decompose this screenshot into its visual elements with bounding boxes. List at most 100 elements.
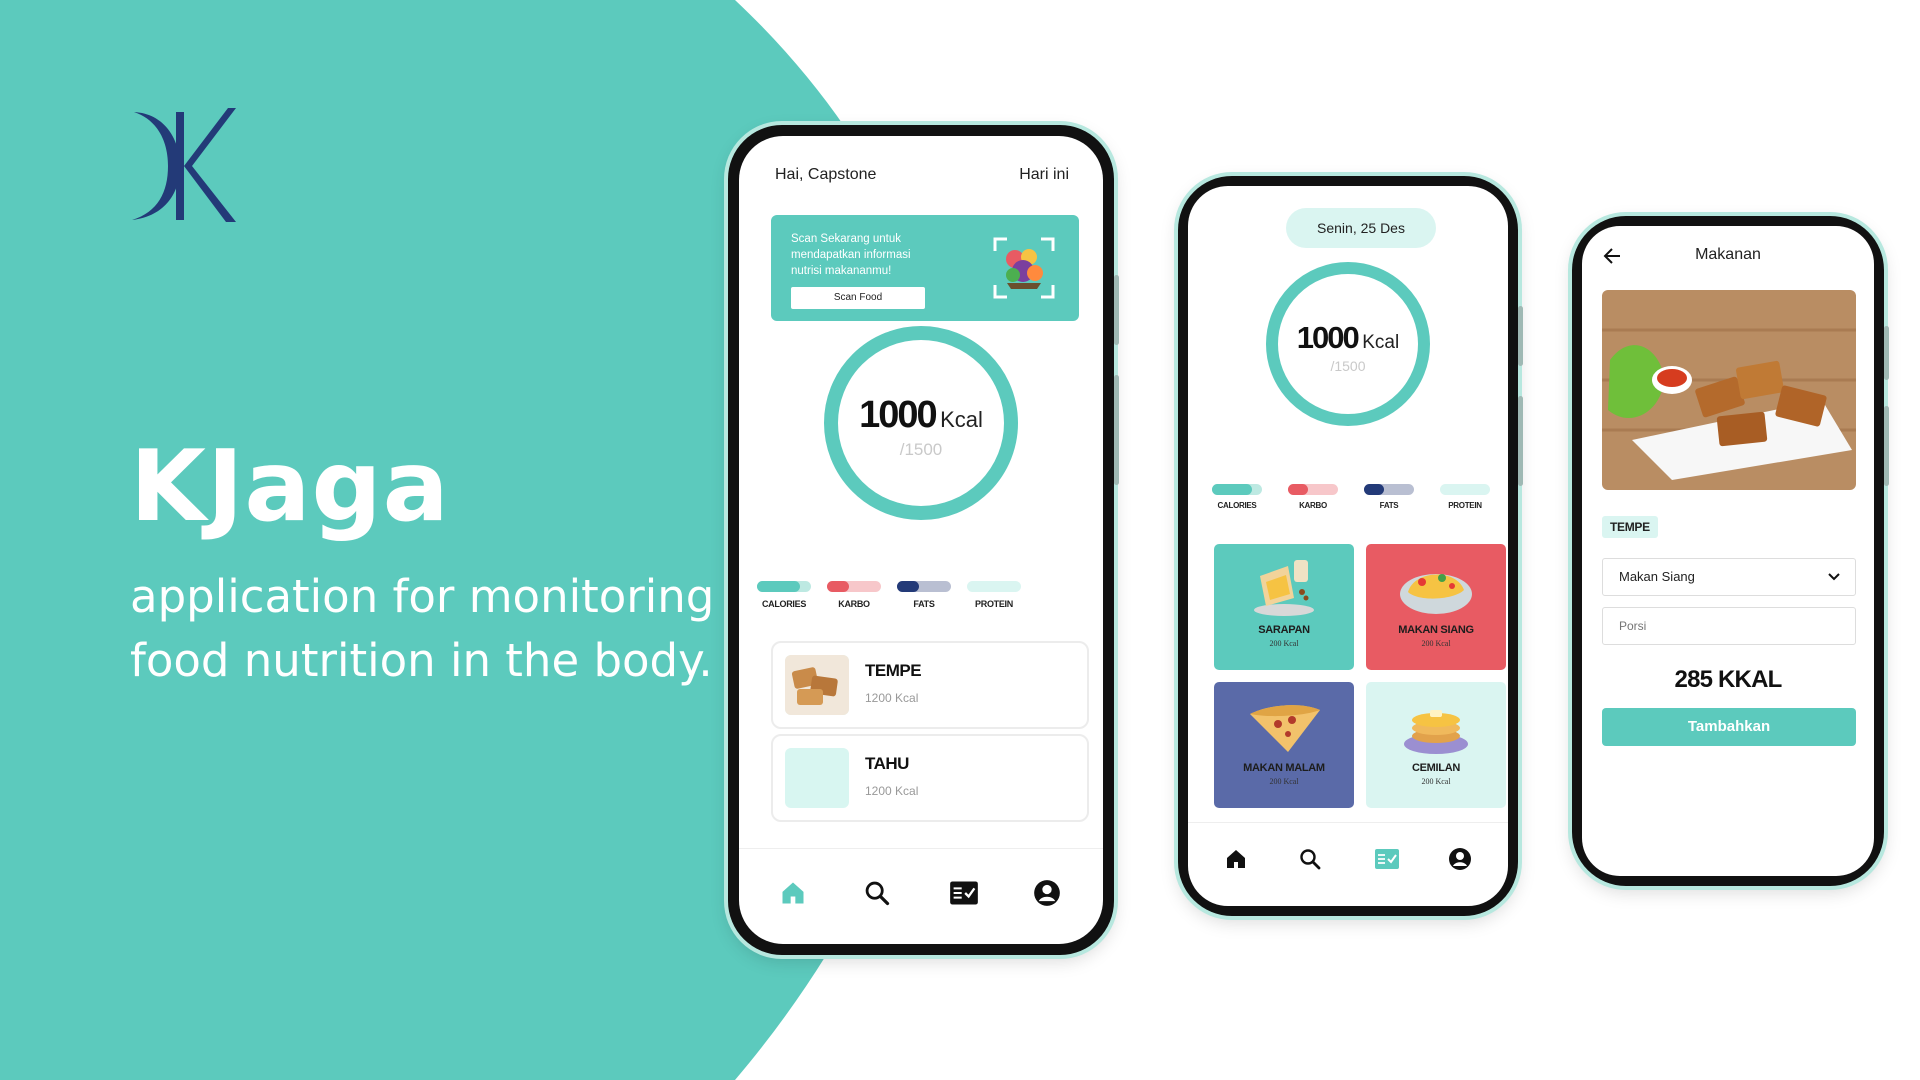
macro-track bbox=[1364, 484, 1414, 495]
macro-protein: PROTEIN bbox=[1440, 484, 1490, 514]
macro-protein: PROTEIN bbox=[967, 581, 1021, 611]
search-icon[interactable] bbox=[863, 879, 891, 907]
macro-fill bbox=[1288, 484, 1308, 495]
volume-button bbox=[1518, 396, 1523, 486]
meal-tile-makan-siang[interactable]: MAKAN SIANG 200 Kcal bbox=[1366, 544, 1506, 670]
app-tagline: application for monitoring food nutritio… bbox=[130, 565, 730, 693]
macro-calories: CALORIES bbox=[757, 581, 811, 611]
macro-fill bbox=[897, 581, 919, 592]
food-calories: 1200 Kcal bbox=[865, 691, 919, 705]
meal-name: MAKAN MALAM bbox=[1243, 762, 1325, 774]
tagline-line-2: food nutrition in the body. bbox=[130, 634, 713, 687]
bottom-nav bbox=[1188, 822, 1508, 906]
macro-label: FATS bbox=[1379, 501, 1399, 510]
account-icon[interactable] bbox=[1448, 847, 1472, 871]
date-pill[interactable]: Senin, 25 Des bbox=[1286, 208, 1436, 248]
kjaga-logo bbox=[132, 108, 236, 222]
power-button bbox=[1518, 306, 1523, 366]
macro-label: CALORIES bbox=[761, 599, 807, 609]
calorie-unit: Kcal bbox=[1362, 332, 1400, 353]
meal-name: MAKAN SIANG bbox=[1398, 624, 1474, 636]
macro-fats: FATS bbox=[897, 581, 951, 611]
meal-tile-makan-malam[interactable]: MAKAN MALAM 200 Kcal bbox=[1214, 682, 1354, 808]
volume-button bbox=[1114, 375, 1119, 485]
meal-calories: 200 Kcal bbox=[1421, 639, 1451, 648]
scan-frame-icon bbox=[993, 237, 1055, 299]
tempe-photo bbox=[1602, 290, 1856, 490]
power-button bbox=[1114, 275, 1119, 345]
food-tag: TEMPE bbox=[1602, 516, 1658, 538]
lunch-image bbox=[1400, 574, 1472, 614]
date-label[interactable]: Hari ini bbox=[1019, 166, 1069, 184]
macro-fill bbox=[827, 581, 849, 592]
food-name: TEMPE bbox=[865, 661, 922, 680]
macro-fill bbox=[1212, 484, 1252, 495]
macro-track bbox=[897, 581, 951, 592]
scan-banner: Scan Sekarang untuk mendapatkan informas… bbox=[771, 215, 1079, 321]
calorie-value: 1000 bbox=[859, 394, 938, 436]
macro-calories: CALORIES bbox=[1212, 484, 1262, 514]
phone-food-detail-screen: Makanan TEMPE Makan Siang 285 bbox=[1572, 216, 1889, 886]
dinner-image bbox=[1250, 705, 1320, 752]
tempe-thumbnail bbox=[785, 655, 849, 715]
add-food-button[interactable]: Tambahkan bbox=[1602, 708, 1856, 746]
macro-label: KARBO bbox=[838, 599, 870, 609]
volume-button bbox=[1884, 406, 1889, 486]
food-photo bbox=[1602, 290, 1856, 490]
checklist-icon[interactable] bbox=[1374, 847, 1400, 871]
total-calories: 285 KKAL bbox=[1674, 666, 1783, 693]
calorie-readout: 1000 Kcal bbox=[739, 394, 1103, 437]
breakfast-image bbox=[1254, 560, 1314, 616]
home-screen: Hai, Capstone Hari ini Scan Sekarang unt… bbox=[739, 136, 1103, 944]
meal-calories: 200 Kcal bbox=[1269, 639, 1299, 648]
macro-karbo: KARBO bbox=[827, 581, 881, 611]
checklist-icon[interactable] bbox=[949, 879, 979, 907]
macro-track bbox=[1288, 484, 1338, 495]
search-icon[interactable] bbox=[1298, 847, 1322, 871]
meal-calories: 200 Kcal bbox=[1421, 777, 1451, 786]
tagline-line-1: application for monitoring bbox=[130, 570, 715, 623]
meal-type-value: Makan Siang bbox=[1619, 569, 1695, 584]
food-calories: 1200 Kcal bbox=[865, 784, 919, 798]
meal-name: CEMILAN bbox=[1411, 762, 1460, 774]
scan-banner-text: Scan Sekarang untuk mendapatkan informas… bbox=[791, 233, 911, 277]
macro-fats: FATS bbox=[1364, 484, 1414, 514]
meal-calories: 200 Kcal bbox=[1269, 777, 1299, 786]
home-icon[interactable] bbox=[779, 879, 807, 907]
phone-home-screen: Hai, Capstone Hari ini Scan Sekarang unt… bbox=[728, 125, 1119, 955]
greeting-text: Hai, Capstone bbox=[775, 166, 877, 183]
calorie-target: /1500 bbox=[1330, 358, 1366, 374]
meal-tile-sarapan[interactable]: SARAPAN 200 Kcal bbox=[1214, 544, 1354, 670]
portion-input[interactable] bbox=[1602, 607, 1856, 645]
macro-label: FATS bbox=[913, 599, 935, 609]
macro-track bbox=[1212, 484, 1262, 495]
phone-meals-screen: Senin, 25 Des 1000 Kcal /1500 CALORIES KA… bbox=[1178, 176, 1523, 916]
chevron-down-icon bbox=[1828, 573, 1840, 581]
macro-track bbox=[1440, 484, 1490, 495]
bottom-nav bbox=[739, 848, 1103, 944]
food-detail-screen: Makanan TEMPE Makan Siang 285 bbox=[1582, 226, 1874, 876]
macro-track bbox=[827, 581, 881, 592]
macro-track bbox=[967, 581, 1021, 592]
calorie-target: /1500 bbox=[899, 440, 943, 459]
screen-title: Makanan bbox=[1695, 246, 1761, 263]
macro-fill bbox=[1364, 484, 1384, 495]
scan-food-button[interactable]: Scan Food bbox=[791, 287, 925, 309]
meal-tile-cemilan[interactable]: CEMILAN 200 Kcal bbox=[1366, 682, 1506, 808]
macro-label: KARBO bbox=[1299, 501, 1327, 510]
home-icon[interactable] bbox=[1224, 847, 1248, 871]
power-button bbox=[1884, 326, 1889, 380]
macro-fill bbox=[757, 581, 801, 592]
meal-name: SARAPAN bbox=[1258, 624, 1310, 636]
food-item-tempe[interactable]: TEMPE 1200 Kcal bbox=[771, 641, 1089, 729]
food-item-tahu[interactable]: TAHU 1200 Kcal bbox=[771, 734, 1089, 822]
macro-label: PROTEIN bbox=[1448, 501, 1482, 510]
tempe-image bbox=[785, 655, 849, 715]
calorie-unit: Kcal bbox=[940, 407, 983, 432]
macro-track bbox=[757, 581, 811, 592]
app-name: KJaga bbox=[130, 430, 450, 544]
meal-type-select[interactable]: Makan Siang bbox=[1602, 558, 1856, 596]
macro-label: PROTEIN bbox=[975, 599, 1013, 609]
account-icon[interactable] bbox=[1033, 879, 1061, 907]
food-name: TAHU bbox=[865, 754, 909, 773]
